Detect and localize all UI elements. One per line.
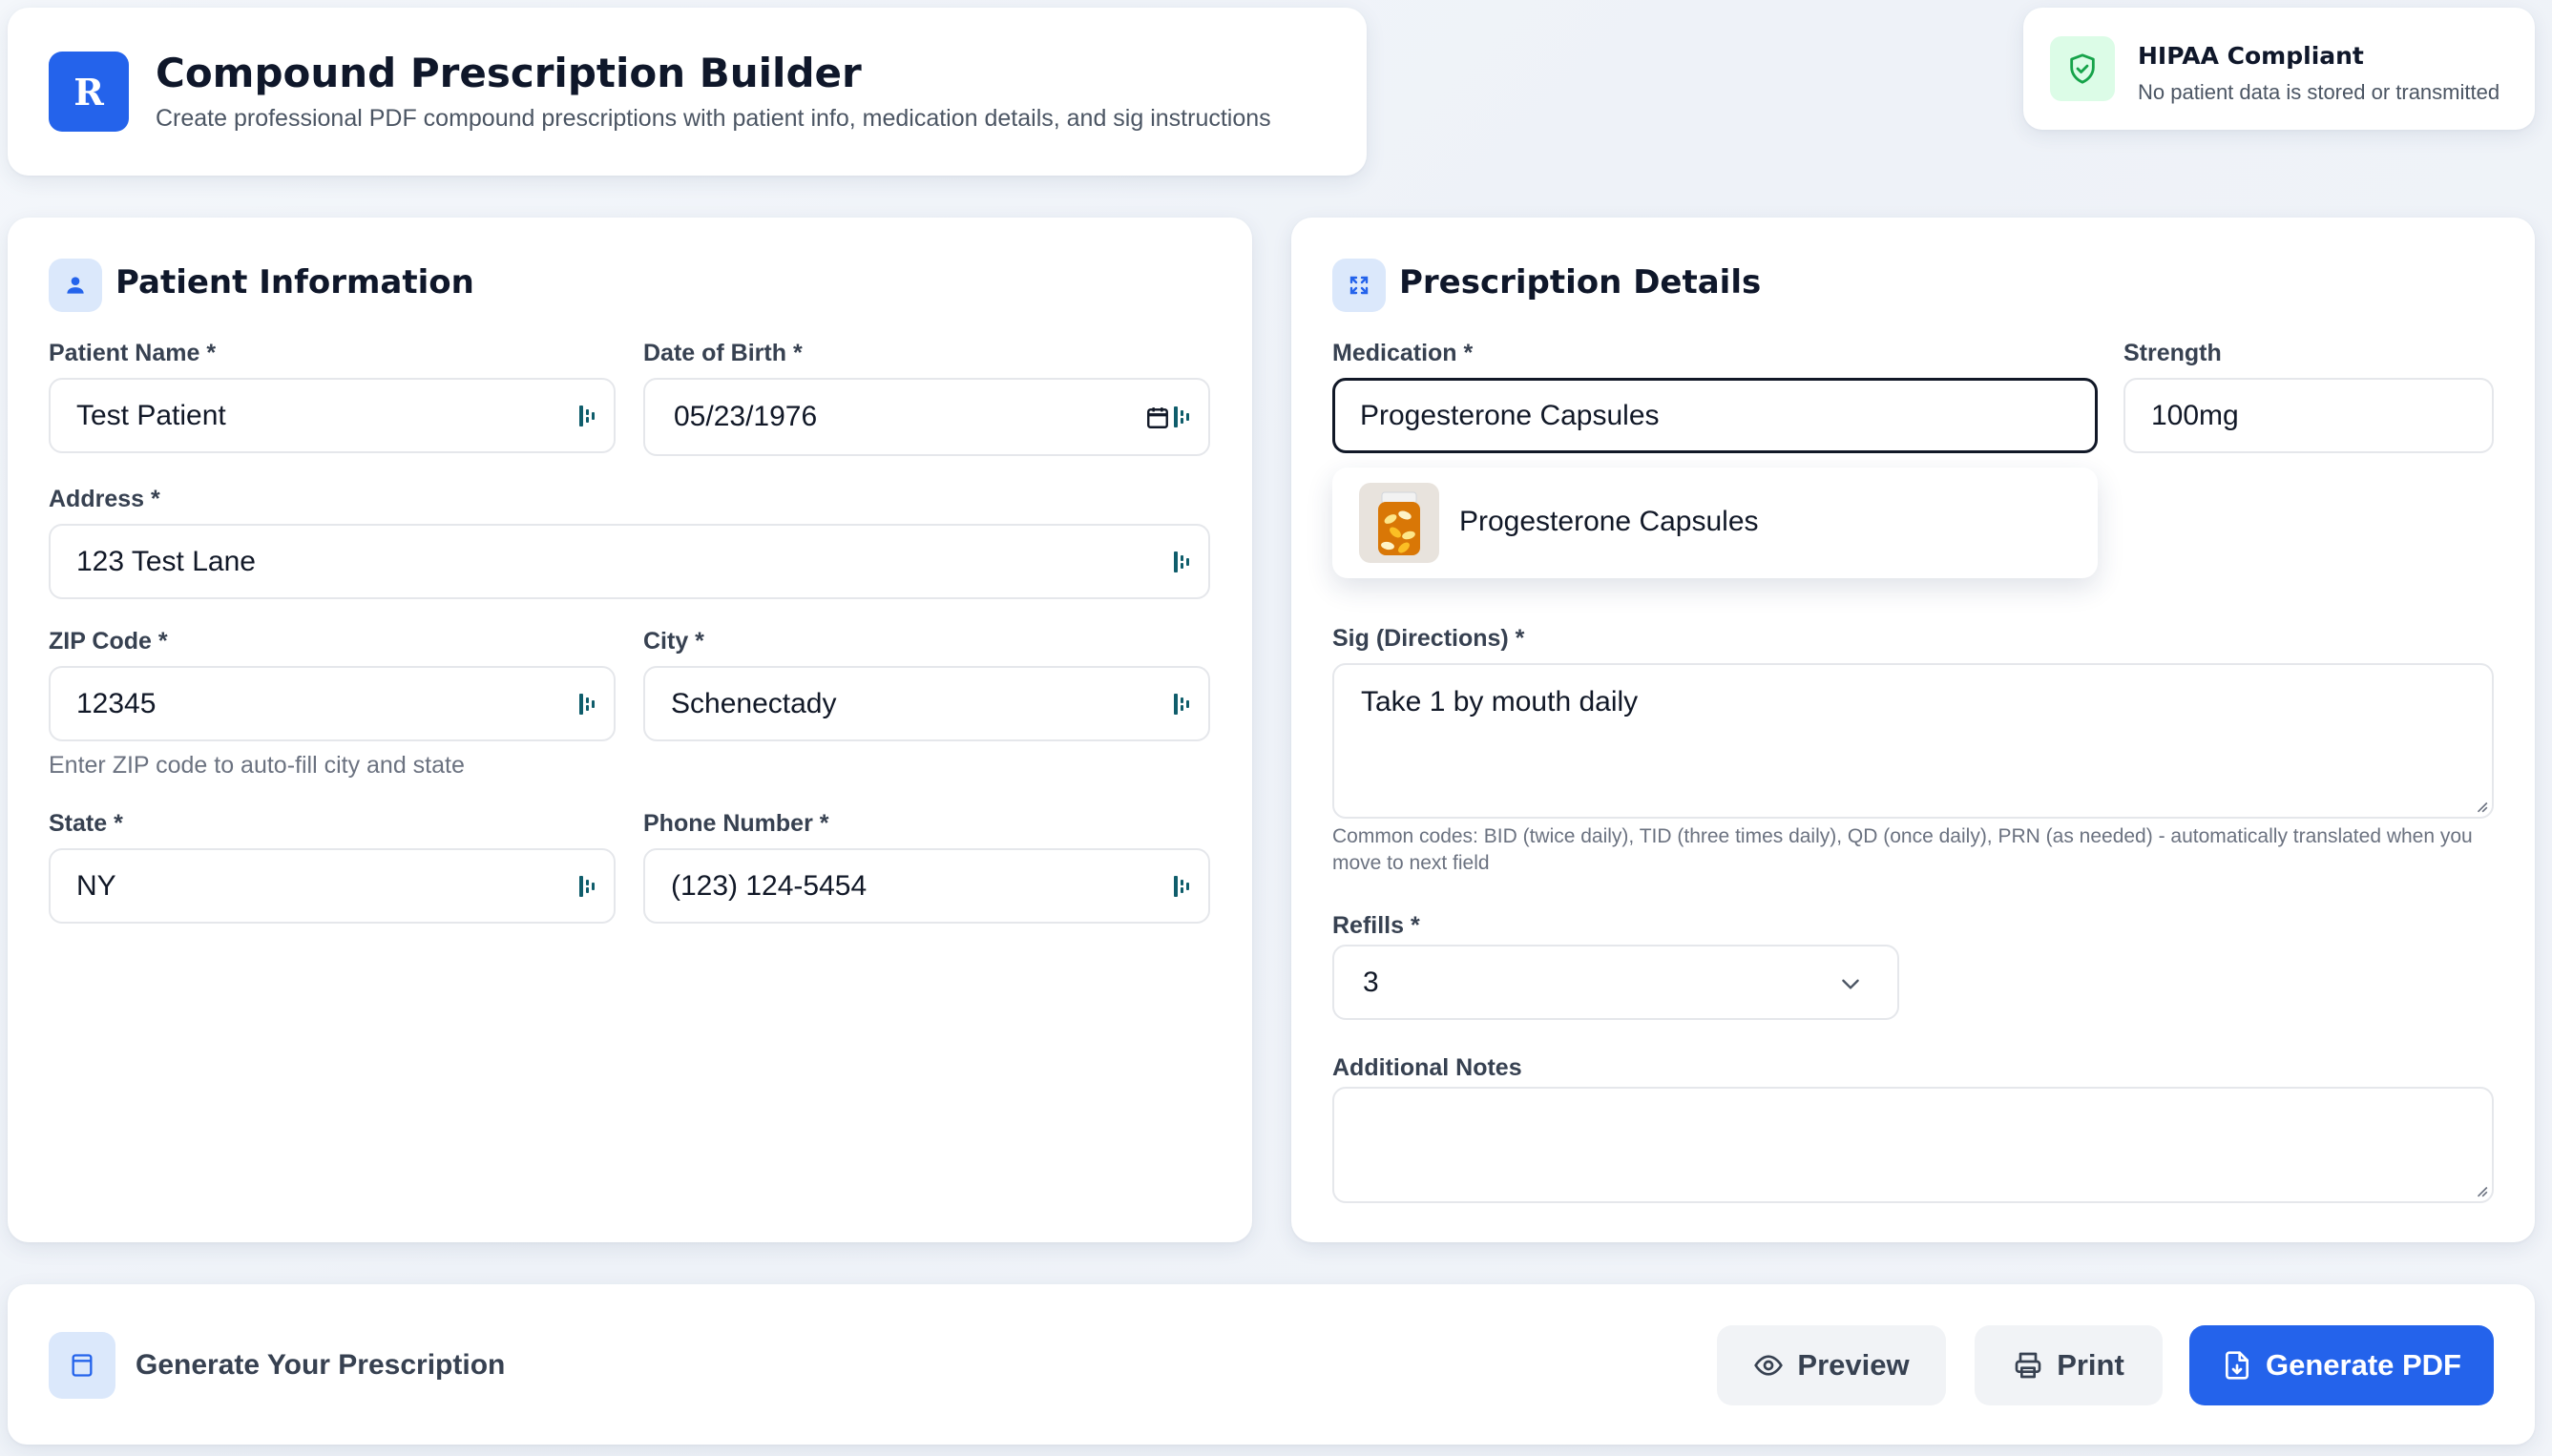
patient-name-input[interactable]: Test Patient bbox=[49, 378, 616, 453]
calendar-icon[interactable] bbox=[1145, 406, 1170, 430]
medication-label: Medication * bbox=[1332, 340, 1474, 366]
autofill-icon[interactable] bbox=[1172, 549, 1195, 575]
address-label: Address * bbox=[49, 486, 160, 512]
resize-handle-icon[interactable] bbox=[2475, 800, 2488, 813]
logo-letter: R bbox=[73, 70, 104, 114]
strength-label: Strength bbox=[2123, 340, 2222, 366]
phone-input[interactable]: (123) 124-5454 bbox=[643, 848, 1210, 924]
hipaa-title: HIPAA Compliant bbox=[2138, 42, 2364, 70]
suggestion-label: Progesterone Capsules bbox=[1459, 506, 1759, 537]
patient-information-card: Patient Information Patient Name * Test … bbox=[8, 218, 1252, 1242]
generate-pdf-button[interactable]: Generate PDF bbox=[2189, 1325, 2494, 1405]
action-bar: Generate Your Prescription Preview Print… bbox=[8, 1284, 2535, 1445]
autofill-icon[interactable] bbox=[1172, 873, 1195, 900]
patient-name-label: Patient Name * bbox=[49, 340, 217, 366]
eye-icon bbox=[1754, 1355, 1784, 1376]
prescription-section-title: Prescription Details bbox=[1399, 263, 1762, 302]
notes-textarea[interactable] bbox=[1332, 1087, 2494, 1203]
print-button[interactable]: Print bbox=[1975, 1325, 2163, 1405]
dob-input[interactable]: 05/23/1976 bbox=[643, 378, 1210, 456]
address-input[interactable]: 123 Test Lane bbox=[49, 524, 1210, 599]
autofill-icon[interactable] bbox=[1172, 691, 1195, 718]
notes-label: Additional Notes bbox=[1332, 1054, 1522, 1081]
page-subtitle: Create professional PDF compound prescri… bbox=[156, 105, 1271, 132]
print-label: Print bbox=[2057, 1348, 2124, 1382]
strength-input[interactable]: 100mg bbox=[2123, 378, 2494, 453]
medication-suggestions-dropdown: Progesterone Capsules bbox=[1332, 468, 2098, 578]
dob-label: Date of Birth * bbox=[643, 340, 803, 366]
file-download-icon bbox=[2225, 1351, 2249, 1380]
phone-label: Phone Number * bbox=[643, 810, 829, 837]
strength-value: 100mg bbox=[2151, 399, 2239, 431]
sig-hint: Common codes: BID (twice daily), TID (th… bbox=[1332, 825, 2473, 874]
header-card: R Compound Prescription Builder Create p… bbox=[8, 8, 1367, 176]
state-input[interactable]: NY bbox=[49, 848, 616, 924]
page-title: Compound Prescription Builder bbox=[156, 50, 862, 96]
medication-input[interactable]: Progesterone Capsules bbox=[1332, 378, 2098, 453]
state-label: State * bbox=[49, 810, 123, 837]
patient-name-value: Test Patient bbox=[76, 399, 226, 431]
document-icon bbox=[49, 1332, 115, 1399]
autofill-icon[interactable] bbox=[1172, 404, 1195, 430]
city-input[interactable]: Schenectady bbox=[643, 666, 1210, 741]
state-value: NY bbox=[76, 869, 116, 902]
printer-icon bbox=[2015, 1352, 2041, 1379]
suggestion-item[interactable]: Progesterone Capsules bbox=[1332, 468, 2098, 578]
city-label: City * bbox=[643, 628, 704, 655]
medication-value: Progesterone Capsules bbox=[1360, 399, 1660, 431]
sig-label: Sig (Directions) * bbox=[1332, 625, 1525, 652]
pill-bottle-icon bbox=[1359, 483, 1439, 563]
refills-select[interactable]: 3 bbox=[1332, 945, 1899, 1020]
user-icon bbox=[49, 259, 102, 312]
zip-value: 12345 bbox=[76, 687, 157, 719]
sig-value: Take 1 by mouth daily bbox=[1361, 686, 1639, 718]
expand-icon bbox=[1332, 259, 1386, 312]
prescription-details-card: Prescription Details Medication * Proges… bbox=[1291, 218, 2535, 1242]
hipaa-badge: HIPAA Compliant No patient data is store… bbox=[2023, 8, 2535, 130]
generate-pdf-label: Generate PDF bbox=[2265, 1348, 2461, 1382]
zip-label: ZIP Code * bbox=[49, 628, 168, 655]
sig-textarea[interactable]: Take 1 by mouth daily bbox=[1332, 663, 2494, 819]
zip-hint: Enter ZIP code to auto-fill city and sta… bbox=[49, 752, 465, 779]
refills-label: Refills * bbox=[1332, 912, 1420, 939]
hipaa-subtitle: No patient data is stored or transmitted bbox=[2138, 80, 2500, 104]
refills-value: 3 bbox=[1363, 966, 1379, 998]
autofill-icon[interactable] bbox=[577, 873, 600, 900]
app-logo: R bbox=[49, 52, 129, 132]
zip-input[interactable]: 12345 bbox=[49, 666, 616, 741]
autofill-icon[interactable] bbox=[577, 403, 600, 429]
dob-value: 05/23/1976 bbox=[674, 401, 818, 432]
chevron-down-icon bbox=[1842, 979, 1859, 989]
shield-check-icon bbox=[2050, 36, 2115, 101]
address-value: 123 Test Lane bbox=[76, 545, 256, 577]
autofill-icon[interactable] bbox=[577, 691, 600, 718]
action-bar-title: Generate Your Prescription bbox=[136, 1349, 506, 1381]
city-value: Schenectady bbox=[671, 687, 837, 719]
preview-button[interactable]: Preview bbox=[1717, 1325, 1946, 1405]
phone-value: (123) 124-5454 bbox=[671, 869, 868, 902]
preview-label: Preview bbox=[1797, 1348, 1910, 1382]
patient-section-title: Patient Information bbox=[115, 263, 474, 302]
resize-handle-icon[interactable] bbox=[2475, 1184, 2488, 1197]
